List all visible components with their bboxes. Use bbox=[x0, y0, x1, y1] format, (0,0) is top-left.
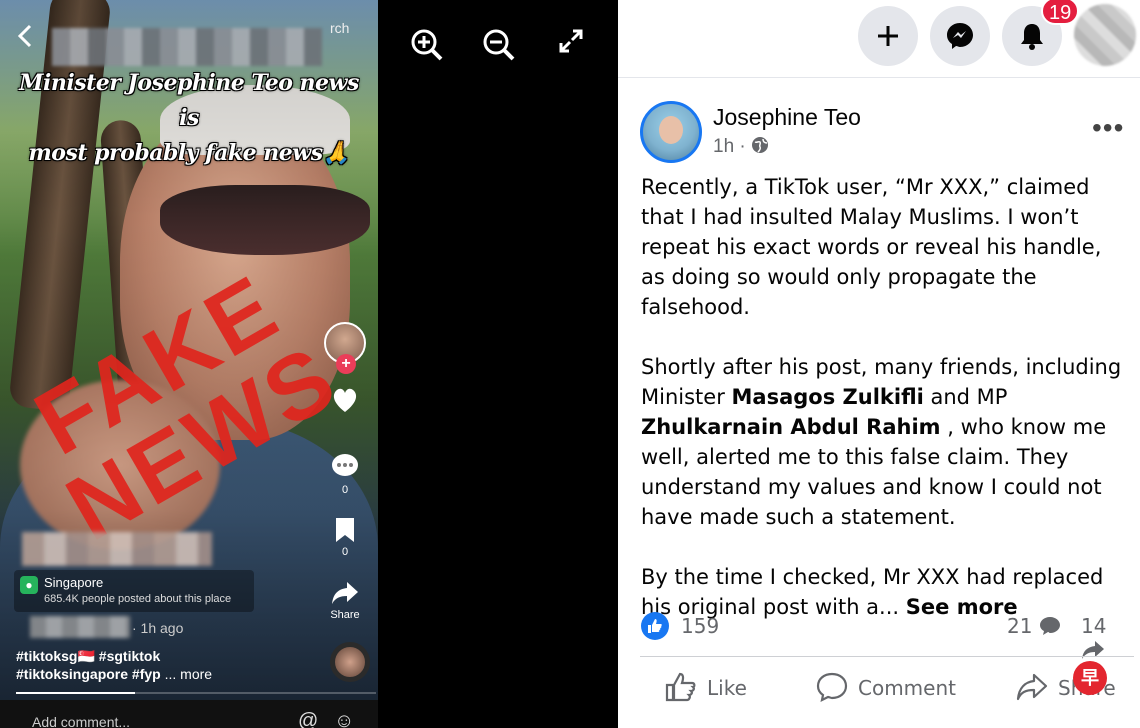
blurred-time-prefix bbox=[30, 616, 130, 638]
post-paragraph: Recently, a TikTok user, “Mr XXX,” claim… bbox=[641, 175, 1102, 319]
like-label: Like bbox=[707, 676, 747, 700]
bookmark-count: 0 bbox=[341, 546, 349, 558]
profile-avatar[interactable] bbox=[1074, 4, 1136, 66]
notification-badge: 19 bbox=[1041, 0, 1080, 25]
more-options-icon[interactable]: ••• bbox=[1092, 112, 1124, 144]
create-button[interactable] bbox=[858, 6, 918, 66]
comment-bar[interactable]: Add comment... @ ☺ bbox=[0, 700, 378, 728]
comment-label: Comment bbox=[858, 676, 956, 700]
post-author[interactable]: Josephine Teo bbox=[713, 104, 861, 131]
comment-outline-icon bbox=[816, 672, 848, 702]
comment-bubble-icon bbox=[1039, 617, 1060, 635]
mention-link[interactable]: Masagos Zulkifli bbox=[732, 385, 924, 409]
messenger-button[interactable] bbox=[930, 6, 990, 66]
emoji-icon[interactable]: ☺ bbox=[334, 710, 354, 728]
author-avatar[interactable] bbox=[640, 101, 702, 163]
like-count[interactable]: 159 bbox=[681, 614, 719, 638]
comment-count[interactable]: 21 bbox=[1007, 614, 1061, 638]
blurred-search-bar bbox=[52, 28, 322, 66]
post-stats: 159 21 14 bbox=[641, 608, 1131, 659]
publisher-logo: 早 bbox=[1073, 661, 1107, 695]
follow-plus-icon[interactable]: + bbox=[336, 354, 356, 374]
like-reaction-icon[interactable] bbox=[641, 612, 669, 640]
heart-icon[interactable] bbox=[322, 386, 368, 421]
more-link[interactable]: ... more bbox=[165, 666, 212, 682]
search-label[interactable]: rch bbox=[330, 20, 349, 36]
share-outline-icon bbox=[1016, 673, 1048, 701]
tiktok-video[interactable]: rch Minister Josephine Teo news is most … bbox=[0, 0, 378, 728]
globe-icon bbox=[752, 137, 769, 153]
comment-input[interactable]: Add comment... bbox=[32, 714, 130, 728]
comment-icon[interactable] bbox=[322, 452, 368, 487]
share-label: Share bbox=[330, 609, 360, 621]
video-headline: Minister Josephine Teo news is most prob… bbox=[19, 70, 359, 166]
post-paragraph: Shortly after his post, many friends, in… bbox=[641, 355, 1122, 529]
share-arrow-icon bbox=[1082, 641, 1104, 659]
blurred-username bbox=[22, 532, 212, 566]
mention-link[interactable]: Zhulkarnain Abdul Rahim bbox=[641, 415, 941, 439]
location-subtitle: 685.4K people posted about this place bbox=[44, 593, 232, 605]
location-name: Singapore bbox=[44, 575, 104, 590]
mention-icon[interactable]: @ bbox=[298, 710, 318, 728]
post-time[interactable]: 1h · bbox=[713, 136, 746, 157]
comment-count: 0 bbox=[341, 484, 349, 496]
post-meta: 1h · bbox=[713, 136, 769, 158]
post-body: Recently, a TikTok user, “Mr XXX,” claim… bbox=[641, 172, 1131, 652]
music-disc[interactable] bbox=[330, 642, 370, 682]
thumbs-up-icon bbox=[665, 672, 696, 702]
zoom-out-icon[interactable] bbox=[482, 28, 516, 62]
location-tag[interactable]: ● Singapore 685.4K people posted about t… bbox=[14, 570, 254, 612]
share-count[interactable]: 14 bbox=[1081, 614, 1131, 662]
facebook-top-bar: 19 bbox=[618, 0, 1140, 78]
location-pin-icon: ● bbox=[20, 576, 38, 594]
back-icon[interactable] bbox=[14, 22, 38, 50]
fullscreen-icon[interactable] bbox=[558, 28, 592, 62]
post-time: · 1h ago bbox=[132, 620, 184, 636]
facebook-panel: 19 Josephine Teo 1h · ••• Recently, a Ti… bbox=[618, 0, 1140, 728]
zoom-in-icon[interactable] bbox=[410, 28, 444, 62]
hashtags[interactable]: #tiktoksg🇸🇬 #sgtiktok #tiktoksingapore #… bbox=[16, 647, 316, 683]
video-progress-bar[interactable] bbox=[16, 692, 376, 694]
